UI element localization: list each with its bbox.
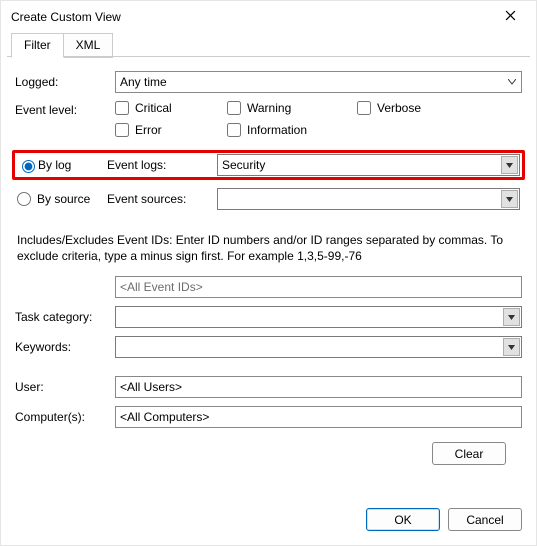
- label-logged: Logged:: [15, 75, 115, 89]
- dialog-footer: OK Cancel: [1, 498, 536, 545]
- logged-combo[interactable]: Any time: [115, 71, 522, 93]
- ok-button-label: OK: [394, 513, 411, 527]
- include-exclude-help: Includes/Excludes Event IDs: Enter ID nu…: [17, 232, 522, 264]
- window-title: Create Custom View: [11, 10, 121, 24]
- event-sources-combo[interactable]: [217, 188, 520, 210]
- check-information[interactable]: Information: [227, 123, 307, 137]
- tab-filter-label: Filter: [24, 38, 51, 52]
- cancel-button[interactable]: Cancel: [448, 508, 522, 531]
- logged-value: Any time: [120, 75, 167, 89]
- check-verbose-label: Verbose: [377, 101, 421, 115]
- user-input[interactable]: [115, 376, 522, 398]
- dialog-window: Create Custom View Filter XML Logged: An…: [0, 0, 537, 546]
- title-bar: Create Custom View: [1, 1, 536, 33]
- radio-by-source[interactable]: [17, 192, 31, 206]
- label-user: User:: [15, 380, 115, 394]
- event-logs-combo[interactable]: Security: [217, 154, 520, 176]
- chevron-down-icon: [503, 72, 521, 92]
- check-warning[interactable]: Warning: [227, 101, 337, 115]
- computers-input[interactable]: [115, 406, 522, 428]
- dropdown-button-icon[interactable]: [503, 308, 520, 326]
- check-warning-box[interactable]: [227, 101, 241, 115]
- close-icon: [505, 10, 516, 24]
- label-event-logs: Event logs:: [107, 158, 217, 172]
- check-critical-label: Critical: [135, 101, 172, 115]
- dropdown-button-icon[interactable]: [501, 156, 518, 174]
- by-log-highlight: By log Event logs: Security: [12, 150, 525, 180]
- radio-by-log[interactable]: [22, 160, 35, 173]
- check-information-box[interactable]: [227, 123, 241, 137]
- check-warning-label: Warning: [247, 101, 291, 115]
- check-critical-box[interactable]: [115, 101, 129, 115]
- close-button[interactable]: [490, 3, 530, 31]
- check-information-label: Information: [247, 123, 307, 137]
- dropdown-button-icon[interactable]: [503, 338, 520, 356]
- dropdown-button-icon[interactable]: [501, 190, 518, 208]
- label-keywords: Keywords:: [15, 340, 115, 354]
- task-category-combo[interactable]: [115, 306, 522, 328]
- radio-by-log-label: By log: [38, 158, 71, 172]
- event-ids-input[interactable]: [115, 276, 522, 298]
- tab-xml-label: XML: [76, 38, 101, 52]
- label-task-category: Task category:: [15, 310, 115, 324]
- clear-button-label: Clear: [455, 447, 484, 461]
- label-computers: Computer(s):: [15, 410, 115, 424]
- check-critical[interactable]: Critical: [115, 101, 207, 115]
- check-error-box[interactable]: [115, 123, 129, 137]
- radio-by-source-label: By source: [37, 192, 90, 206]
- tab-filter[interactable]: Filter: [11, 33, 64, 58]
- check-verbose-box[interactable]: [357, 101, 371, 115]
- clear-button[interactable]: Clear: [432, 442, 506, 465]
- check-verbose[interactable]: Verbose: [357, 101, 421, 115]
- keywords-combo[interactable]: [115, 336, 522, 358]
- label-event-level: Event level:: [15, 101, 115, 117]
- check-error[interactable]: Error: [115, 123, 207, 137]
- label-event-sources: Event sources:: [107, 192, 217, 206]
- cancel-button-label: Cancel: [466, 513, 503, 527]
- check-error-label: Error: [135, 123, 162, 137]
- ok-button[interactable]: OK: [366, 508, 440, 531]
- tab-xml[interactable]: XML: [63, 33, 114, 58]
- event-logs-value: Security: [222, 158, 265, 172]
- filter-panel: Logged: Any time Event level: Critical: [1, 57, 536, 465]
- tab-strip: Filter XML: [1, 33, 536, 57]
